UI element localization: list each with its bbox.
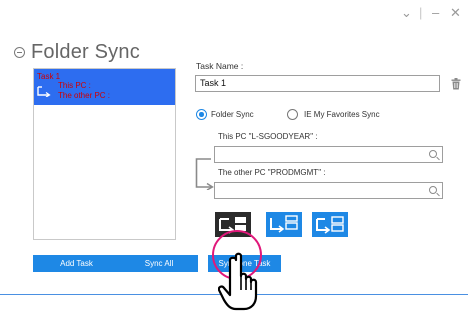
back-icon[interactable] xyxy=(14,47,25,58)
task-item-this-pc: This PC : xyxy=(58,81,91,90)
other-pc-label: The other PC "PRODMGMT" : xyxy=(218,168,326,177)
trash-icon[interactable] xyxy=(451,78,461,90)
task-name-label: Task Name : xyxy=(196,61,244,71)
chevron-down-icon[interactable]: ⌄ xyxy=(401,6,412,20)
page-header: Folder Sync xyxy=(14,41,140,64)
page-title: Folder Sync xyxy=(31,41,140,63)
sync-mode-two-way-button[interactable] xyxy=(312,212,348,237)
task-item-name: Task 1 xyxy=(37,72,61,81)
sync-arrow-icon xyxy=(37,86,51,97)
other-pc-folder-input[interactable] xyxy=(214,182,443,199)
task-list[interactable]: Task 1 This PC : The other PC : xyxy=(33,68,176,240)
close-button[interactable]: ✕ xyxy=(450,6,461,20)
task-list-item[interactable]: Task 1 This PC : The other PC : xyxy=(34,69,175,105)
ie-favorites-sync-radio[interactable] xyxy=(287,109,298,120)
ie-favorites-sync-label[interactable]: IE My Favorites Sync xyxy=(304,110,380,119)
this-pc-label: This PC "L-SGOODYEAR" : xyxy=(218,132,318,141)
hand-cursor-icon xyxy=(218,252,258,311)
folder-sync-radio[interactable] xyxy=(196,109,207,120)
this-pc-folder-input[interactable] xyxy=(214,146,443,163)
minimize-button[interactable]: – xyxy=(432,6,439,20)
sync-all-button[interactable]: Sync All xyxy=(120,255,198,272)
search-icon[interactable] xyxy=(429,150,437,158)
folder-sync-label[interactable]: Folder Sync xyxy=(211,110,254,119)
add-task-button[interactable]: Add Task xyxy=(33,255,120,272)
task-item-other-pc: The other PC : xyxy=(58,91,111,100)
sync-mode-reverse-button[interactable] xyxy=(266,212,302,237)
title-separator: | xyxy=(419,5,423,20)
search-icon[interactable] xyxy=(429,186,437,194)
task-name-input[interactable]: Task 1 xyxy=(195,75,440,92)
